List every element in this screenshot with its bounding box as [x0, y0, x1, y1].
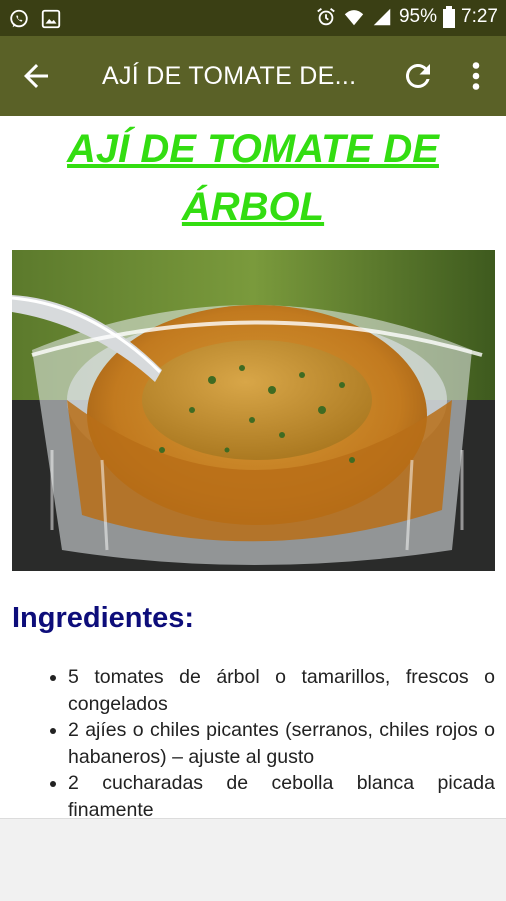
- battery-icon: [443, 6, 456, 28]
- refresh-icon[interactable]: [400, 58, 436, 94]
- app-bar: AJÍ DE TOMATE DE...: [0, 36, 506, 116]
- ingredients-heading: Ingredientes:: [12, 602, 195, 634]
- app-bar-title: AJÍ DE TOMATE DE...: [102, 62, 357, 90]
- article-title-line2: ÁRBOL: [181, 185, 325, 229]
- recipe-photo: [12, 250, 495, 571]
- ingredient-item: 2 cucharadas de cebolla blanca picada fi…: [68, 770, 495, 818]
- gallery-icon: [41, 9, 61, 29]
- article-title: AJÍ DE TOMATE DE ÁRBOL: [0, 116, 506, 236]
- article-content[interactable]: AJÍ DE TOMATE DE ÁRBOL Ingredientes: • 5…: [0, 116, 506, 818]
- signal-icon: [373, 8, 391, 26]
- whatsapp-icon: [10, 9, 28, 28]
- status-bar: 95% 7:27: [0, 0, 506, 36]
- bottom-blank-panel: [0, 818, 506, 901]
- alarm-icon: [317, 8, 335, 26]
- clock: 7:27: [461, 6, 498, 27]
- wifi-icon: [344, 10, 364, 26]
- more-vert-icon[interactable]: [458, 58, 494, 94]
- battery-percent: 95%: [398, 6, 438, 27]
- ingredients-list: 5 tomates de árbol o tamarillos, frescos…: [38, 664, 495, 818]
- ingredient-item: 5 tomates de árbol o tamarillos, frescos…: [68, 664, 495, 717]
- back-arrow-icon[interactable]: [18, 58, 54, 94]
- article-title-line1: AJÍ DE TOMATE DE: [67, 127, 439, 171]
- ingredient-item: 2 ajíes o chiles picantes (serranos, chi…: [68, 717, 495, 770]
